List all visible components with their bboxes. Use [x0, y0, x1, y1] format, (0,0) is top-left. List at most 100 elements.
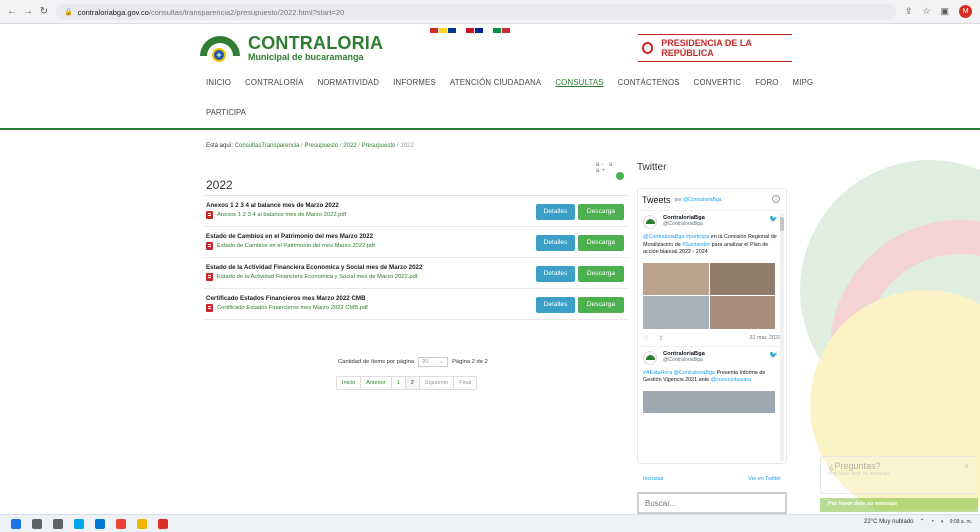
chevron-up-icon[interactable]: ⌃	[919, 518, 924, 525]
document-file-link[interactable]: Estado de Cambios en el Patrimonio del m…	[206, 242, 375, 250]
document-file-link[interactable]: Estado de la Actividad Financiera Econom…	[206, 273, 417, 281]
document-file-link[interactable]: Anexos 1 2 3 4 al balance mes de Marzo 2…	[206, 211, 346, 219]
font-size-tools[interactable]: a- a a+	[596, 162, 628, 174]
nav-item-consultas[interactable]: CONSULTAS	[555, 78, 603, 87]
breadcrumb-presupuesto-2[interactable]: Presupuesto	[362, 143, 396, 149]
network-icon[interactable]: ◔	[931, 519, 935, 525]
flag-icon[interactable]	[484, 28, 492, 33]
nav-item-foro[interactable]: FORO	[755, 78, 778, 87]
download-button[interactable]: Descarga	[578, 297, 624, 313]
chat-message-bar[interactable]: Por favor deje su mensaje	[820, 498, 978, 512]
list-item: Certificado Estados Financieros mes Marz…	[204, 289, 628, 320]
url-host: contraloriabga.gov.co	[77, 7, 149, 17]
bookmark-star-icon[interactable]: ☆	[922, 6, 930, 17]
weather-status[interactable]: 22°C Muy nublado	[864, 519, 913, 525]
embed-link[interactable]: Incrustar	[643, 476, 664, 482]
presidencia-link[interactable]: PRESIDENCIA DE LA REPÚBLICA	[638, 34, 792, 62]
taskbar-app-icon[interactable]	[116, 518, 126, 529]
avatar[interactable]	[643, 215, 657, 229]
download-button[interactable]: Descarga	[578, 204, 624, 220]
breadcrumb-transparencia[interactable]: Transparencia	[261, 143, 299, 149]
page-first[interactable]: Inicio	[337, 377, 362, 389]
nav-item-normatividad[interactable]: NORMATIVIDAD	[318, 78, 380, 87]
flag-icon[interactable]	[502, 28, 510, 33]
view-on-twitter-link[interactable]: Ver en Twitter	[748, 476, 781, 482]
taskbar-app-icon[interactable]	[53, 518, 63, 529]
reload-icon[interactable]: ↻	[36, 6, 52, 17]
nav-item-informes[interactable]: INFORMES	[393, 78, 436, 87]
tweet-photo[interactable]	[643, 262, 775, 329]
forward-icon[interactable]: →	[20, 6, 36, 17]
details-button[interactable]: Detalles	[536, 266, 575, 282]
flag-icon[interactable]	[493, 28, 501, 33]
download-button[interactable]: Descarga	[578, 235, 624, 251]
clock[interactable]: 9:09 a. m.	[950, 519, 972, 525]
details-button[interactable]: Detalles	[536, 297, 575, 313]
document-file-link[interactable]: Certificado Estados Financieros mes Marz…	[206, 304, 368, 312]
like-icon[interactable]: ♡	[643, 335, 648, 342]
tweet[interactable]: ContraloriaBga @ContraloriaBga 🐦 #AEstaH…	[638, 345, 786, 417]
taskbar-app-icon[interactable]	[95, 518, 105, 529]
taskbar-app-icon[interactable]	[158, 518, 168, 529]
flag-icon[interactable]	[448, 28, 456, 33]
flag-icon[interactable]	[466, 28, 474, 33]
list-item: Estado de Cambios en el Patrimonio del m…	[204, 227, 628, 258]
taskbar-app-icon[interactable]	[137, 518, 147, 529]
taskbar-app-icon[interactable]	[11, 518, 21, 529]
breadcrumb-prefix: Está aquí:	[206, 143, 234, 149]
tweet-date[interactable]: 31 mar. 2022	[750, 335, 781, 341]
flag-icon[interactable]	[439, 28, 447, 33]
details-button[interactable]: Detalles	[536, 235, 575, 251]
breadcrumb-2022[interactable]: 2022	[343, 143, 356, 149]
back-icon[interactable]: ←	[4, 6, 20, 17]
timeline-scrollbar[interactable]	[780, 213, 784, 461]
nav-item-atencion-ciudadana[interactable]: ATENCIÓN CIUDADANA	[450, 78, 541, 87]
nav-item-participa[interactable]: PARTICIPA	[206, 108, 246, 117]
nav-item-inicio[interactable]: INICIO	[206, 78, 231, 87]
taskbar-app-icon[interactable]	[32, 518, 42, 529]
page-previous[interactable]: Anterior	[361, 377, 392, 389]
tweet-author[interactable]: ContraloriaBga	[663, 351, 705, 357]
pdf-icon	[206, 242, 213, 250]
flag-icon[interactable]	[457, 28, 465, 33]
presidencia-label: PRESIDENCIA DE LA REPÚBLICA	[661, 38, 752, 58]
share-icon[interactable]: ⇪	[658, 335, 663, 342]
page-next: Siguiente	[420, 377, 455, 389]
details-button[interactable]: Detalles	[536, 204, 575, 220]
twitter-timeline[interactable]: Tweets por @ContraloriaBga i Contraloria…	[637, 188, 787, 464]
language-flags[interactable]	[430, 28, 519, 33]
avatar[interactable]	[643, 350, 657, 365]
flag-icon[interactable]	[430, 28, 438, 33]
nav-item-convertic[interactable]: CONVERTIC	[694, 78, 742, 87]
site-logo[interactable]: + CONTRALORIA Municipal de bucaramanga	[200, 32, 383, 64]
volume-icon[interactable]: ◖	[940, 519, 944, 525]
site-header: + CONTRALORIA Municipal de bucaramanga P…	[0, 24, 980, 130]
info-icon[interactable]: i	[772, 195, 780, 203]
breadcrumb-presupuesto[interactable]: Presupuesto	[305, 143, 339, 149]
twitter-heading: Twitter	[637, 162, 667, 173]
pdf-icon	[206, 211, 213, 219]
page-last: Final	[459, 380, 472, 386]
items-per-page-select[interactable]: 20 ⌄	[418, 357, 449, 367]
address-bar[interactable]: 🔒 contraloriabga.gov.co/consultas/transp…	[56, 4, 896, 20]
close-icon[interactable]: ✕	[964, 463, 969, 470]
chat-widget[interactable]: ¿Preguntas? Por favor deje su mensaje ✕ …	[820, 456, 978, 512]
profile-avatar[interactable]: M	[959, 5, 972, 18]
flag-icon[interactable]	[475, 28, 483, 33]
taskbar-app-icon[interactable]	[74, 518, 84, 529]
flag-icon[interactable]	[511, 28, 519, 33]
download-button[interactable]: Descarga	[578, 266, 624, 282]
nav-item-contraloria[interactable]: CONTRALORÍA	[245, 78, 304, 87]
breadcrumb-consultas[interactable]: Consultas	[235, 143, 262, 149]
tweet-handle[interactable]: @ContraloriaBga	[663, 221, 705, 227]
tweet-photo[interactable]	[643, 390, 775, 413]
twitter-handle-link[interactable]: @ContraloriaBga	[683, 197, 721, 203]
share-icon[interactable]: ⇪	[905, 6, 913, 17]
tweet-handle[interactable]: @ContraloriaBga	[663, 357, 705, 363]
tab-square-icon[interactable]: ▣	[940, 6, 949, 17]
tweet[interactable]: ContraloriaBga @ContraloriaBga 🐦 @Contra…	[638, 211, 786, 346]
search-input[interactable]	[637, 492, 787, 514]
nav-item-contactenos[interactable]: CONTÁCTENOS	[618, 78, 680, 87]
page-1[interactable]: 1	[392, 377, 406, 389]
nav-item-mipg[interactable]: MIPG	[793, 78, 814, 87]
